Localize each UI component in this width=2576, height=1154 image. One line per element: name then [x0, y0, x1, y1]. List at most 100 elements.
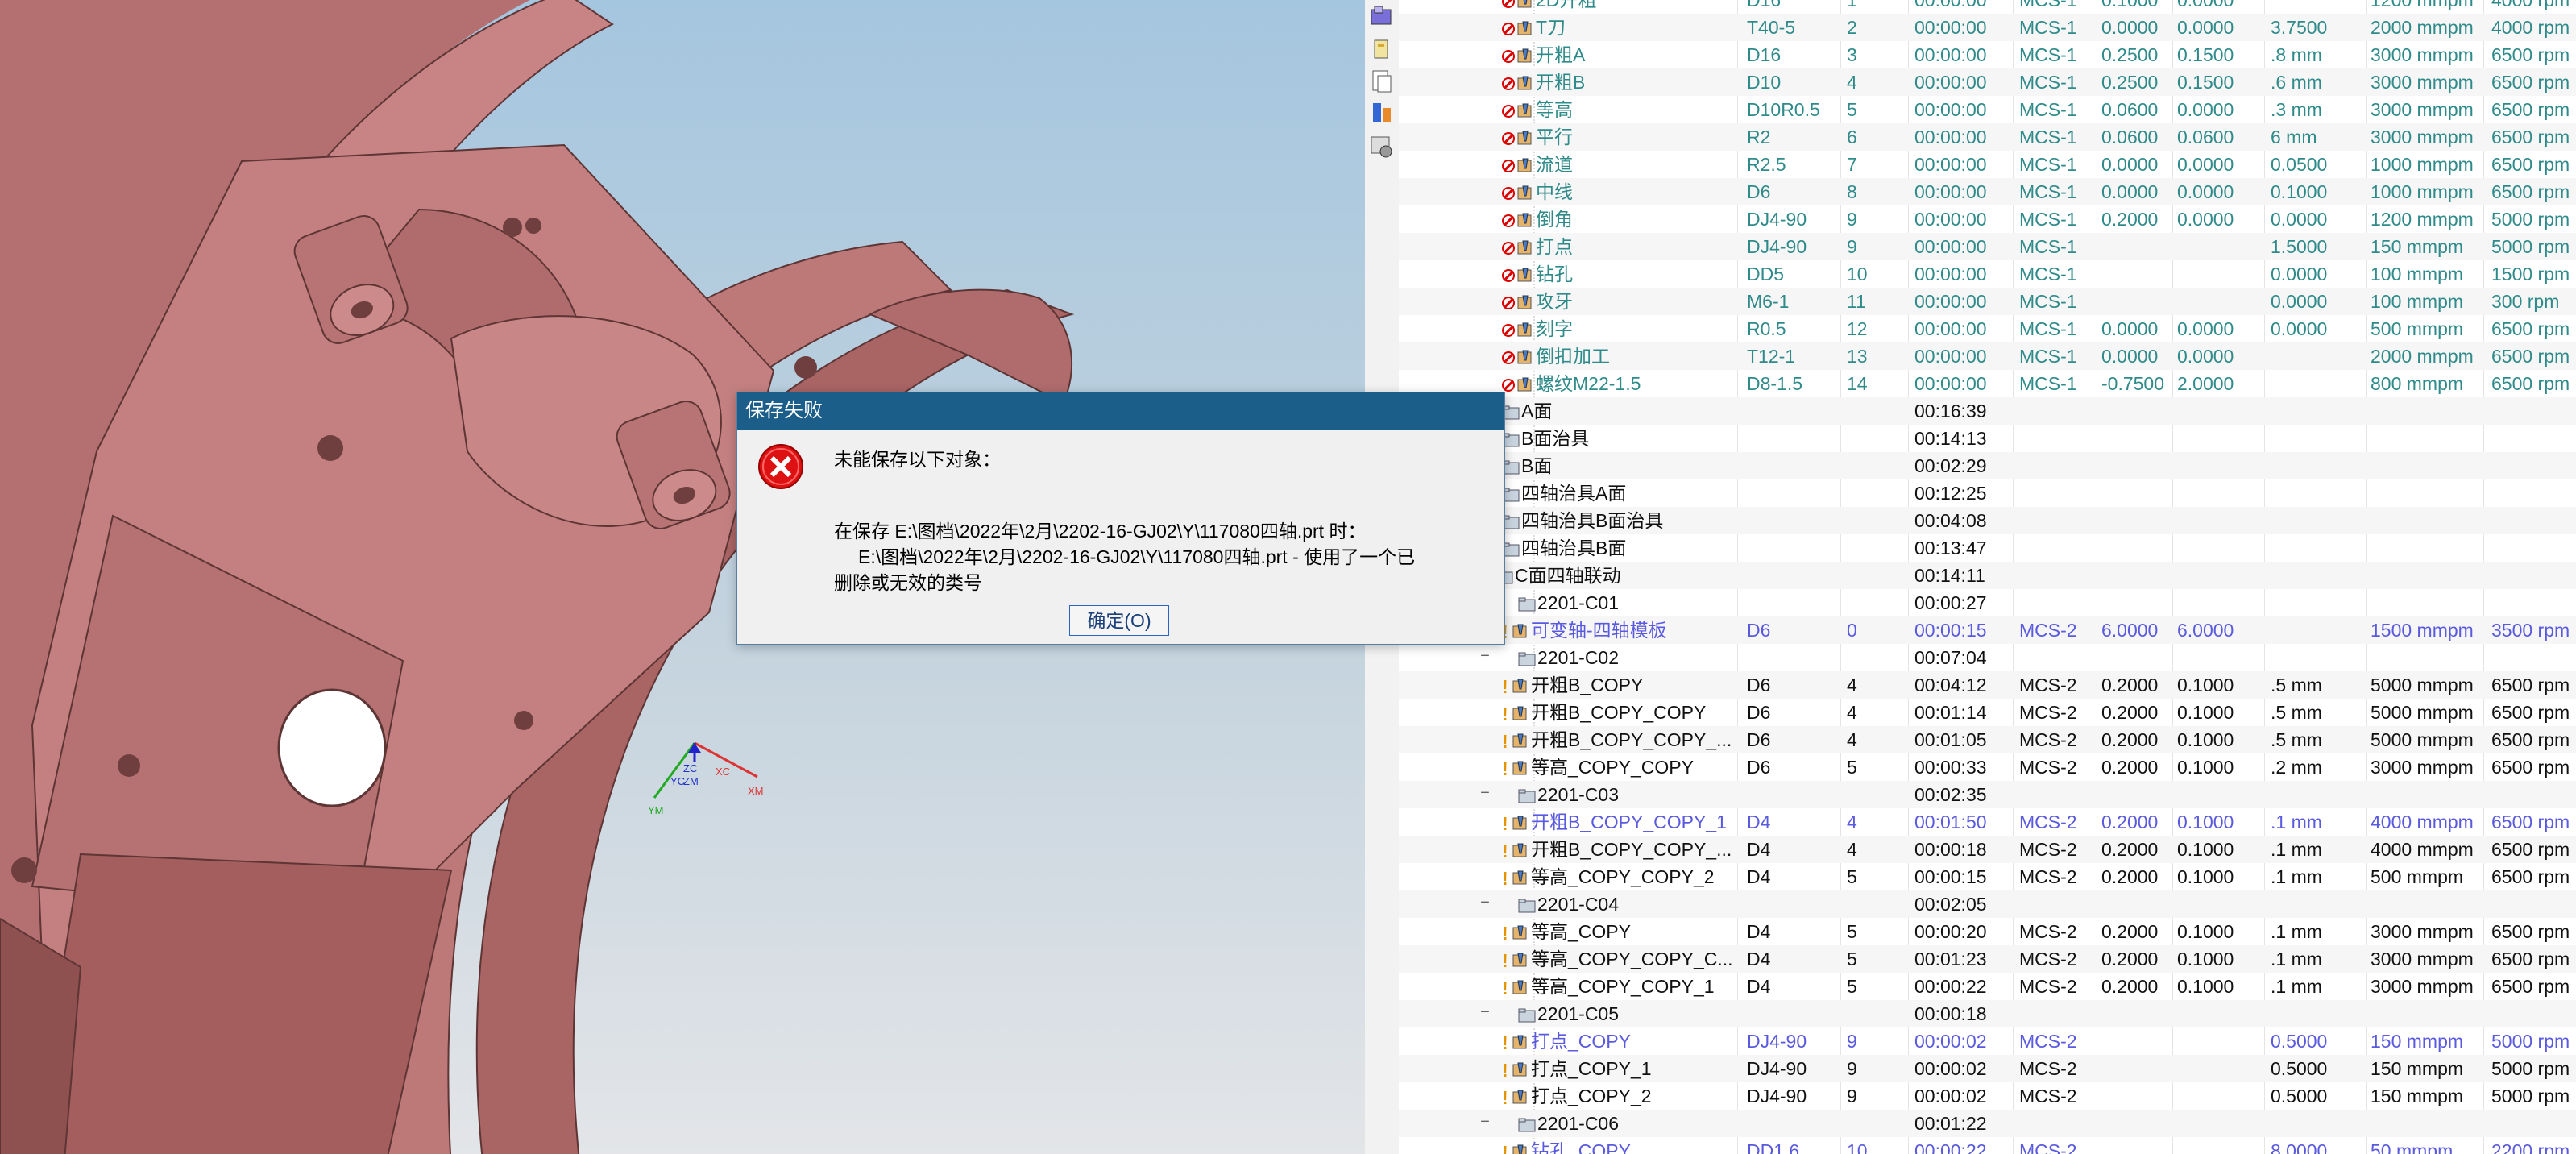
operation-row[interactable]: 开粗A D16 3 00:00:00 MCS-1 0.2500 0.1500 .8 mm 300…	[1399, 41, 2576, 68]
operation-navigator[interactable]: 2D开粗 D16 1 00:00:00 MCS-1 0.1000 0.0000 1200 mm…	[1399, 0, 2576, 1154]
operation-row[interactable]: ! 打点_COPY DJ4-90 9 00:00:02 MCS-2 0.5000 150 mm…	[1399, 1027, 2576, 1055]
cell-v2: 0.1500	[2177, 44, 2234, 65]
operation-row[interactable]: ! 等高_COPY_COPY_C... D4 5 00:01:23 MCS-2 0.2000…	[1399, 945, 2576, 973]
cell-time: 00:00:00	[1914, 209, 1987, 230]
program-group-row[interactable]: 2201-C01 00:00:27	[1399, 589, 2576, 616]
program-group-row[interactable]: − 2201-C02 00:07:04	[1399, 644, 2576, 671]
cell-speed: 6500 rpm	[2491, 154, 2570, 175]
cell-speed: 6500 rpm	[2491, 949, 2570, 969]
program-group-row[interactable]: B面 00:02:29	[1399, 452, 2576, 479]
program-group-row[interactable]: 四轴治具A面 00:12:25	[1399, 479, 2576, 507]
cell-v2: 0.0000	[2177, 154, 2234, 175]
collapse-toggle[interactable]: −	[1479, 895, 1491, 911]
cell-time: 00:00:00	[1914, 181, 1987, 202]
ok-button[interactable]: 确定(O)	[1069, 605, 1169, 636]
program-group-row[interactable]: 四轴治具B面 00:13:47	[1399, 534, 2576, 562]
operation-row[interactable]: 刻字 R0.5 12 00:00:00 MCS-1 0.0000 0.0000 0.0000 5…	[1399, 315, 2576, 342]
operation-row[interactable]: ! 开粗B_COPY_COPY_... D6 4 00:01:05 MCS-2 0.2000…	[1399, 726, 2576, 753]
program-group-row[interactable]: B面治具 00:14:13	[1399, 425, 2576, 452]
program-group-row[interactable]: 四轴治具B面治具 00:04:08	[1399, 507, 2576, 534]
program-group-row[interactable]: − 2201-C03 00:02:35	[1399, 781, 2576, 808]
reuse-library-icon[interactable]	[1368, 100, 1396, 127]
operation-row[interactable]: T刀 T40-5 2 00:00:00 MCS-1 0.0000 0.0000 3.7500 2…	[1399, 14, 2576, 41]
part-navigator-icon[interactable]	[1368, 68, 1396, 95]
program-group-name: C面四轴联动	[1515, 565, 1621, 586]
cell-v3	[2271, 370, 2359, 397]
warning-status-icon: !	[1502, 977, 1508, 998]
cell-time: 00:01:05	[1914, 729, 1987, 750]
cavity-mill-icon	[1512, 733, 1527, 748]
cell-v3: 8.0000	[2271, 1140, 2328, 1154]
drill-icon	[1512, 1035, 1527, 1049]
collapse-toggle[interactable]: −	[1479, 1004, 1491, 1020]
collapse-toggle[interactable]: −	[1479, 1114, 1491, 1130]
operation-row[interactable]: ! 开粗B_COPY_COPY D6 4 00:01:14 MCS-2 0.2000 0.10…	[1399, 699, 2576, 726]
operation-row[interactable]: 中线 D6 8 00:00:00 MCS-1 0.0000 0.0000 0.1000 1000…	[1399, 178, 2576, 205]
row-name-cell: B面治具	[1502, 425, 1808, 452]
cell-v3: 0.5000	[2271, 1086, 2328, 1106]
collapse-toggle[interactable]: −	[1479, 648, 1491, 664]
operation-row[interactable]: ! 打点_COPY_1 DJ4-90 9 00:00:02 MCS-2 0.5000 150 …	[1399, 1055, 2576, 1082]
operation-row[interactable]: 打点 DJ4-90 9 00:00:00 MCS-1 1.5000 150 mmpm 5000…	[1399, 233, 2576, 260]
program-group-row[interactable]: C面四轴联动 00:14:11	[1399, 562, 2576, 589]
operation-row[interactable]: ! 开粗B_COPY_COPY_... D4 4 00:00:18 MCS-2 0.2000…	[1399, 836, 2576, 863]
cell-speed: 6500 rpm	[2491, 373, 2570, 394]
cell-tool: D16	[1747, 0, 1782, 10]
operation-row[interactable]: ! 打点_COPY_2 DJ4-90 9 00:00:02 MCS-2 0.5000 150 …	[1399, 1082, 2576, 1110]
error-status-icon	[1502, 378, 1515, 392]
error-status-icon	[1502, 351, 1515, 364]
cell-time: 00:00:15	[1914, 620, 1987, 641]
operation-row[interactable]: 流道 R2.5 7 00:00:00 MCS-1 0.0000 0.0000 0.0500 10…	[1399, 151, 2576, 178]
collapse-toggle[interactable]: −	[1479, 785, 1491, 801]
warning-status-icon: !	[1502, 1141, 1508, 1154]
dialog-detail: 在保存 E:\图档\2022年\2月\2202-16-GJ02\Y\117080…	[834, 518, 1495, 596]
operation-row[interactable]: ! 等高_COPY D4 5 00:00:20 MCS-2 0.2000 0.1000 .1 m…	[1399, 918, 2576, 945]
operation-row[interactable]: 攻牙 M6-1 11 00:00:00 MCS-1 0.0000 100 mmpm 300 r…	[1399, 288, 2576, 315]
operation-name: 刻字	[1536, 318, 1573, 339]
cell-v2: 0.1000	[2177, 702, 2234, 723]
operation-row[interactable]: ! 等高_COPY_COPY D6 5 00:00:33 MCS-2 0.2000 0.100…	[1399, 753, 2576, 781]
cell-v1: 0.2000	[2101, 729, 2159, 750]
operation-row[interactable]: ! 开粗B_COPY_COPY_1 D4 4 00:01:50 MCS-2 0.2000 0.…	[1399, 808, 2576, 836]
operation-row[interactable]: ! 开粗B_COPY D6 4 00:04:12 MCS-2 0.2000 0.1000 .5 …	[1399, 671, 2576, 699]
program-group-row[interactable]: − 2201-C06 00:01:22	[1399, 1110, 2576, 1137]
cell-time: 00:00:00	[1914, 291, 1987, 312]
cell-mcs: MCS-1	[2019, 264, 2077, 284]
operation-row[interactable]: 2D开粗 D16 1 00:00:00 MCS-1 0.1000 0.0000 1200 mm…	[1399, 0, 2576, 14]
cell-v3: 1.5000	[2271, 236, 2328, 257]
operation-row[interactable]: ! 等高_COPY_COPY_2 D4 5 00:00:15 MCS-2 0.2000 0.1…	[1399, 863, 2576, 890]
operation-row[interactable]: !可变轴-四轴模板D6000:00:15MCS-26.00006.0000150…	[1399, 616, 2576, 644]
cell-num: 5	[1847, 757, 1857, 778]
cell-time: 00:00:27	[1914, 592, 1987, 613]
dialog-titlebar[interactable]: 保存失败	[737, 392, 1504, 430]
planar-mill-icon	[1517, 322, 1532, 337]
cell-v2: 0.1500	[2177, 72, 2234, 93]
operation-navigator-icon[interactable]	[1368, 132, 1396, 160]
cell-v1: 0.0600	[2101, 127, 2159, 147]
cell-v2: 0.1000	[2177, 675, 2234, 695]
operation-row[interactable]: 等高 D10R0.5 5 00:00:00 MCS-1 0.0600 0.0000 .3 mm…	[1399, 96, 2576, 123]
cell-mcs: MCS-2	[2019, 702, 2077, 723]
warning-status-icon: !	[1502, 1086, 1508, 1108]
operation-row[interactable]: 螺纹M22-1.5 D8-1.5 14 00:00:00 MCS-1 -0.7500 2.0…	[1399, 370, 2576, 397]
assembly-navigator-icon[interactable]	[1368, 3, 1396, 31]
constraint-navigator-icon[interactable]	[1368, 35, 1396, 63]
cell-speed: 5000 rpm	[2491, 209, 2570, 230]
operation-row[interactable]: ! 等高_COPY_COPY_1 D4 5 00:00:22 MCS-2 0.2000 0.1…	[1399, 973, 2576, 1000]
operation-row[interactable]: 开粗B D10 4 00:00:00 MCS-1 0.2500 0.1500 .6 mm 300…	[1399, 68, 2576, 96]
zlevel-icon	[1512, 980, 1527, 994]
cell-time: 00:04:12	[1914, 675, 1987, 695]
operation-row[interactable]: 倒角 DJ4-90 9 00:00:00 MCS-1 0.2000 0.0000 0.0000…	[1399, 205, 2576, 233]
program-group-row[interactable]: − 2201-C04 00:02:05	[1399, 890, 2576, 918]
cell-mcs: MCS-1	[2019, 44, 2077, 65]
cell-tool: T12-1	[1747, 346, 1796, 367]
operation-row[interactable]: 平行 R2 6 00:00:00 MCS-1 0.0600 0.0600 6 mm 3000 m…	[1399, 123, 2576, 151]
program-group-row[interactable]: − 2201-C05 00:00:18	[1399, 1000, 2576, 1027]
cell-time: 00:07:04	[1914, 647, 1987, 668]
cell-feed: 800 mmpm	[2371, 373, 2464, 394]
operation-row[interactable]: ! 钻孔_COPY DD1.6 10 00:00:22 MCS-2 8.0000 50 mmp…	[1399, 1137, 2576, 1154]
operation-row[interactable]: 钻孔 DD5 10 00:00:00 MCS-1 0.0000 100 mmpm 1500 r…	[1399, 260, 2576, 288]
program-group-row[interactable]: A面 00:16:39	[1399, 397, 2576, 425]
operation-row[interactable]: 倒扣加工 T12-1 13 00:00:00 MCS-1 0.0000 0.0000 2000…	[1399, 342, 2576, 370]
cell-v3: 0.0000	[2271, 318, 2328, 339]
